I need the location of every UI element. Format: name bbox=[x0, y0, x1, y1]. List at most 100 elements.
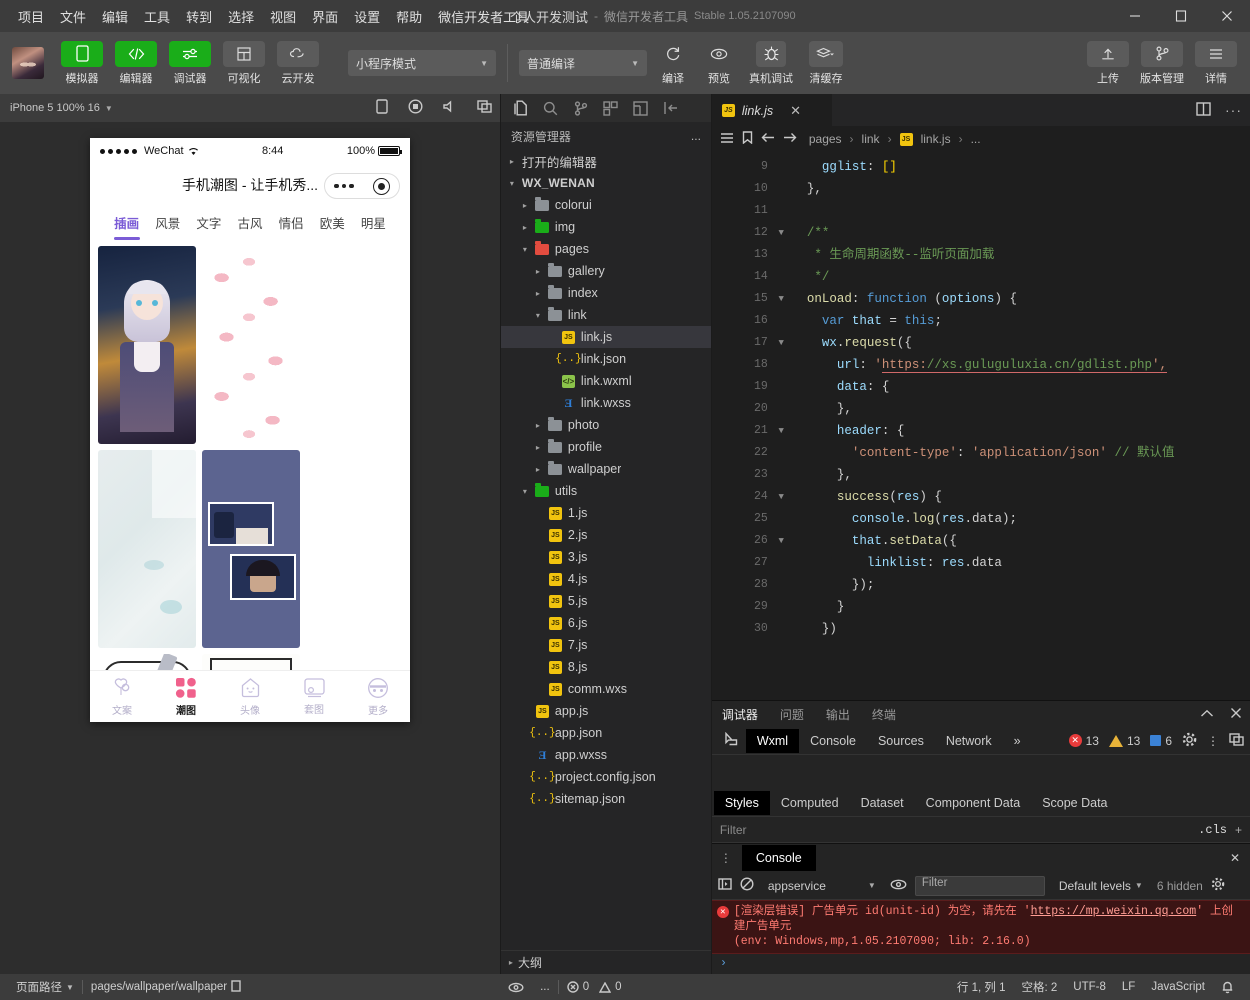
toolbar-button-details[interactable]: 详情 bbox=[1192, 40, 1240, 86]
toolbar-button-preview[interactable]: 预览 bbox=[699, 41, 739, 86]
toolbar-button-versions[interactable]: 版本管理 bbox=[1136, 40, 1188, 86]
wallpaper-card[interactable] bbox=[202, 654, 300, 670]
code-line[interactable]: that.setData({ bbox=[792, 530, 1250, 552]
tree-item-8-js[interactable]: JS 8.js bbox=[501, 656, 711, 678]
close-icon[interactable]: ✕ bbox=[1230, 851, 1240, 865]
panel-tab-problems[interactable]: 问题 bbox=[778, 702, 806, 727]
panel-tab-output[interactable]: 输出 bbox=[824, 702, 852, 727]
eye-icon[interactable] bbox=[890, 879, 907, 893]
toolbar-button-compile[interactable]: 编译 bbox=[653, 41, 693, 86]
twisty-icon[interactable]: ▸ bbox=[533, 465, 543, 474]
files-icon[interactable] bbox=[511, 98, 531, 118]
inspector-overflow-button[interactable]: » bbox=[1003, 729, 1032, 753]
collapse-icon[interactable] bbox=[1200, 707, 1214, 721]
tree-item-project-config-json[interactable]: {..} project.config.json bbox=[501, 766, 711, 788]
tree-item-link-json[interactable]: {..} link.json bbox=[501, 348, 711, 370]
toolbar-button-debugger[interactable]: 调试器 bbox=[166, 40, 214, 86]
code-line[interactable]: }) bbox=[792, 618, 1250, 640]
more-dots-icon[interactable] bbox=[334, 183, 354, 189]
fold-chevron-icon[interactable]: ▼ bbox=[778, 288, 783, 310]
tree-item-img[interactable]: ▸ img bbox=[501, 216, 711, 238]
console-filter-input[interactable]: Filter bbox=[914, 875, 1045, 896]
warning-count-badge[interactable]: 13 bbox=[1108, 734, 1140, 748]
tree-item-index[interactable]: ▸ index bbox=[501, 282, 711, 304]
tree-item-comm-wxs[interactable]: JS comm.wxs bbox=[501, 678, 711, 700]
code-line[interactable]: } bbox=[792, 596, 1250, 618]
fold-chevron-icon[interactable]: ▼ bbox=[778, 332, 783, 354]
status-eol[interactable]: LF bbox=[1114, 981, 1143, 993]
twisty-icon[interactable]: ▾ bbox=[520, 487, 530, 496]
wallpaper-card[interactable] bbox=[98, 450, 196, 648]
code-line[interactable]: console.log(res.data); bbox=[792, 508, 1250, 530]
menu-item-edit[interactable]: 编辑 bbox=[94, 3, 136, 30]
copy-icon[interactable] bbox=[231, 979, 242, 995]
code-line[interactable]: }, bbox=[792, 398, 1250, 420]
outline-section[interactable]: ▸ 大纲 bbox=[500, 950, 711, 974]
tree-item-colorui[interactable]: ▸ colorui bbox=[501, 194, 711, 216]
category-tab-6[interactable]: 明星 bbox=[353, 207, 394, 240]
wallpaper-card[interactable] bbox=[202, 450, 300, 648]
console-context-select[interactable]: appservice ▼ bbox=[762, 876, 882, 896]
tree-item-2-js[interactable]: JS 2.js bbox=[501, 524, 711, 546]
toolbar-button-simulator[interactable]: 模拟器 bbox=[58, 40, 106, 86]
inspector-tab-network[interactable]: Network bbox=[935, 729, 1003, 753]
menu-item-interface[interactable]: 界面 bbox=[304, 3, 346, 30]
close-button[interactable] bbox=[1204, 0, 1250, 32]
code-line[interactable]: 'content-type': 'application/json' // 默认… bbox=[792, 442, 1250, 464]
code-line[interactable]: gglist: [] bbox=[792, 156, 1250, 178]
minimize-button[interactable] bbox=[1112, 0, 1158, 32]
snippets-icon[interactable] bbox=[631, 98, 651, 118]
status-cursor-position[interactable]: 行 1, 列 1 bbox=[949, 979, 1014, 995]
info-count-badge[interactable]: 6 bbox=[1150, 734, 1172, 748]
menu-item-view[interactable]: 视图 bbox=[262, 3, 304, 30]
tabbar-item-gengduo[interactable]: 更多 bbox=[346, 671, 410, 722]
toolbar-button-upload[interactable]: 上传 bbox=[1084, 40, 1132, 86]
code-line[interactable]: * 生命周期函数--监听页面加载 bbox=[792, 244, 1250, 266]
rotate-icon[interactable] bbox=[376, 99, 388, 117]
wxml-tree-area[interactable] bbox=[711, 755, 1250, 789]
status-indentation[interactable]: 空格: 2 bbox=[1014, 979, 1066, 995]
code-line[interactable]: header: { bbox=[792, 420, 1250, 442]
console-error-message[interactable]: ✕ [渲染层错误] 广告单元 id(unit-id) 为空，请先在 'https… bbox=[711, 900, 1250, 954]
code-line[interactable] bbox=[792, 200, 1250, 222]
twisty-icon[interactable]: ▸ bbox=[533, 267, 543, 276]
twisty-icon[interactable]: ▸ bbox=[533, 421, 543, 430]
source-control-icon[interactable] bbox=[571, 98, 591, 118]
dock-icon[interactable] bbox=[1229, 732, 1244, 749]
menu-item-goto[interactable]: 转到 bbox=[178, 3, 220, 30]
category-tab-2[interactable]: 文字 bbox=[188, 207, 229, 240]
styles-tab-component-data[interactable]: Component Data bbox=[915, 791, 1032, 815]
console-message-link[interactable]: https://mp.weixin.qq.com bbox=[1031, 905, 1197, 918]
split-editor-icon[interactable] bbox=[1196, 101, 1211, 119]
settings-gear-icon[interactable] bbox=[1211, 877, 1225, 894]
styles-tab-computed[interactable]: Computed bbox=[770, 791, 850, 815]
tree-item-app-wxss[interactable]: Ǝapp.wxss bbox=[501, 744, 711, 766]
settings-gear-icon[interactable] bbox=[1182, 732, 1197, 750]
window-icon[interactable] bbox=[477, 100, 492, 116]
code-line[interactable]: }, bbox=[792, 178, 1250, 200]
kebab-menu-icon[interactable]: ⋮ bbox=[1207, 734, 1219, 748]
status-preview-toggle[interactable] bbox=[500, 982, 532, 993]
code-line[interactable]: }, bbox=[792, 464, 1250, 486]
bookmark-icon[interactable] bbox=[742, 131, 753, 147]
tree-item-app-json[interactable]: {..} app.json bbox=[501, 722, 711, 744]
editor-tab-linkjs[interactable]: JS link.js ✕ bbox=[711, 94, 832, 126]
code-line[interactable]: data: { bbox=[792, 376, 1250, 398]
status-problems[interactable]: 0 0 bbox=[559, 981, 630, 993]
tree-item-photo[interactable]: ▸ photo bbox=[501, 414, 711, 436]
forward-icon[interactable] bbox=[783, 132, 797, 146]
twisty-icon[interactable]: ▸ bbox=[507, 157, 517, 166]
panel-tab-terminal[interactable]: 终端 bbox=[870, 702, 898, 727]
status-page-path-label[interactable]: 页面路径 ▼ bbox=[8, 979, 82, 995]
toolbar-button-clearcache[interactable]: 清缓存 bbox=[803, 40, 849, 86]
menu-item-tools[interactable]: 工具 bbox=[136, 3, 178, 30]
twisty-icon[interactable]: ▾ bbox=[520, 245, 530, 254]
toolbar-button-editor[interactable]: 编辑器 bbox=[112, 40, 160, 86]
menu-item-select[interactable]: 选择 bbox=[220, 3, 262, 30]
twisty-icon[interactable]: ▸ bbox=[533, 443, 543, 452]
tree-item-7-js[interactable]: JS 7.js bbox=[501, 634, 711, 656]
inspector-tab-console[interactable]: Console bbox=[799, 729, 867, 753]
clear-console-icon[interactable] bbox=[740, 877, 754, 894]
code-editor[interactable]: 9 10 11 12 ▼ 13 14 15 ▼ 16 17 ▼ 18 19 20 21 ▼ 22 23 24 ▼ 25 26… bbox=[711, 152, 1250, 700]
tabbar-item-touxiang[interactable]: 头像 bbox=[218, 671, 282, 722]
